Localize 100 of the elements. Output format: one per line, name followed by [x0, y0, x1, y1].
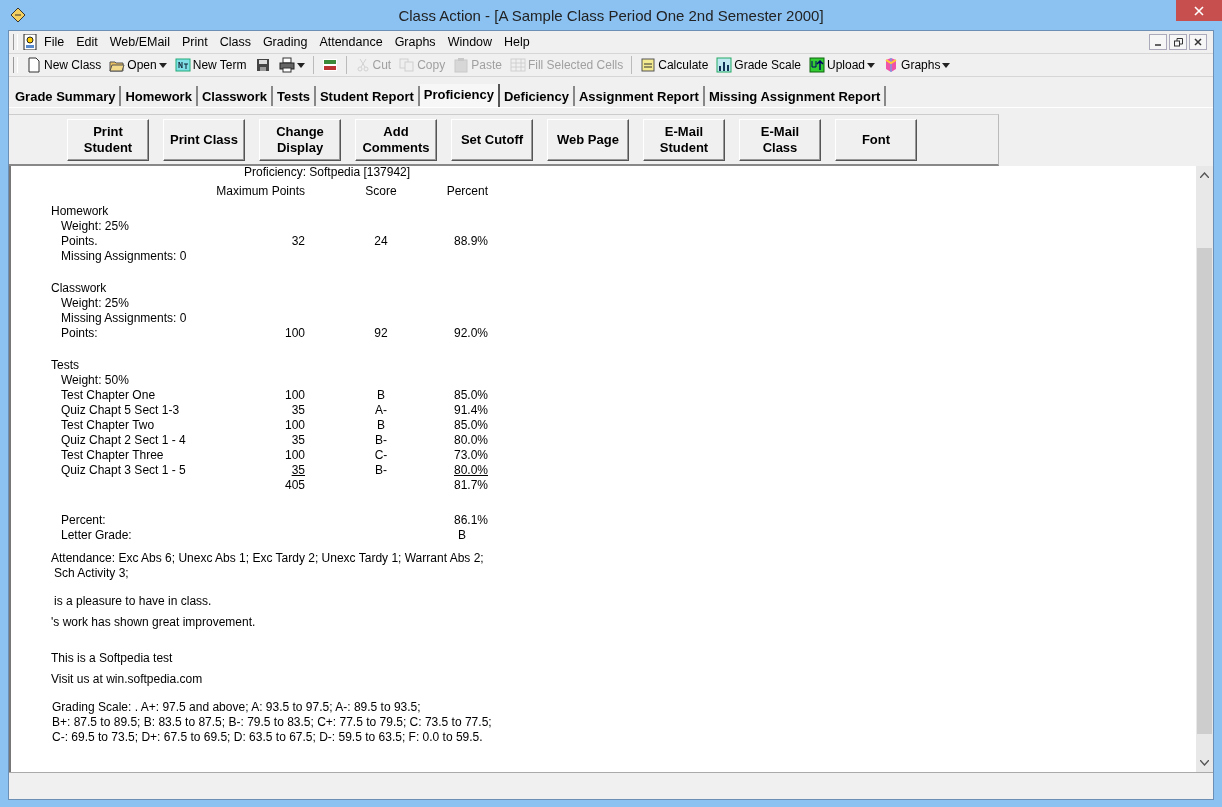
action-button[interactable]: Font — [835, 118, 917, 161]
percent: 85.0% — [453, 418, 488, 432]
percent: 91.4% — [453, 403, 488, 417]
caret-icon — [942, 62, 951, 68]
restore-button[interactable] — [1169, 34, 1187, 50]
score: B — [377, 388, 385, 402]
summary-value: 86.1% — [453, 513, 488, 527]
menu-item[interactable]: Attendance — [313, 33, 389, 51]
max-points: 405 — [284, 478, 305, 492]
note-text: This is a Softpedia test — [51, 651, 173, 665]
row-label: Missing Assignments: 0 — [61, 249, 187, 263]
document-icon — [22, 34, 38, 50]
percent: 92.0% — [453, 326, 488, 340]
copy-icon — [399, 57, 416, 73]
menu-item[interactable]: Window — [441, 33, 499, 51]
menu-item[interactable]: Grading — [256, 33, 314, 51]
column-header: Maximum Points — [216, 184, 305, 198]
clipboard-icon — [453, 57, 470, 73]
max-points: 35 — [291, 433, 305, 447]
upload-icon — [809, 57, 825, 73]
action-button[interactable]: Change Display — [259, 118, 341, 161]
score: 24 — [374, 234, 388, 248]
row-label: Quiz Chapt 3 Sect 1 - 5 — [61, 463, 186, 477]
toolbar-button[interactable]: Calculate — [636, 56, 713, 74]
row-label: Quiz Chapt 2 Sect 1 - 4 — [61, 433, 186, 447]
calculator-icon — [640, 57, 657, 73]
score: B- — [375, 463, 387, 477]
scroll-down-icon[interactable] — [1200, 760, 1209, 766]
percent: 85.0% — [453, 388, 488, 402]
page-icon — [26, 57, 42, 73]
tab[interactable]: Proficiency — [419, 84, 500, 107]
percent: 80.0% — [453, 433, 488, 447]
scale-chart-icon — [716, 57, 733, 73]
percent: 81.7% — [453, 478, 488, 492]
summary-value: B — [458, 528, 466, 542]
action-button[interactable]: Set Cutoff — [451, 118, 533, 161]
caret-icon — [867, 62, 876, 68]
score: B — [377, 418, 385, 432]
row-label: Test Chapter Two — [61, 418, 155, 432]
comment-text: 's work has shown great improvement. — [51, 615, 256, 629]
max-points: 100 — [284, 418, 305, 432]
max-points: 100 — [284, 448, 305, 462]
menu-item[interactable]: Graphs — [388, 33, 442, 51]
close-button[interactable] — [1189, 34, 1207, 50]
max-points: 35 — [291, 463, 305, 477]
grading-scale-text: Grading Scale: . A+: 97.5 and above; A: 93.5 to 97.5; A-: 89.5 to 93.5; — [52, 700, 421, 714]
row-label: Weight: 50% — [61, 373, 129, 387]
toolbar-button[interactable]: Open — [105, 56, 171, 74]
grid-icon — [509, 57, 526, 73]
note-text: Visit us at win.softpedia.com — [51, 672, 203, 686]
row-label: Missing Assignments: 0 — [61, 311, 187, 325]
row-label: Points. — [61, 234, 98, 248]
percent: 73.0% — [453, 448, 488, 462]
menu-item[interactable]: Class — [213, 33, 257, 51]
action-button[interactable]: Print Class — [163, 118, 245, 161]
restore-icon — [1173, 37, 1183, 47]
toolbar-button[interactable]: New Term — [170, 56, 251, 74]
attendance-text: Sch Activity 3; — [54, 566, 129, 580]
scrollbar[interactable] — [1196, 166, 1213, 772]
menu-item[interactable]: Edit — [70, 33, 104, 51]
grading-scale-text: C-: 69.5 to 73.5; D+: 67.5 to 69.5; D: 63.5 to 67.5; D-: 59.5 to 63.5; F: 0.0 to 59.5. — [52, 730, 483, 744]
column-header: Score — [365, 184, 397, 198]
toolbar-button[interactable]: Upload — [805, 56, 880, 74]
caret-icon — [296, 62, 305, 68]
toolbar-button[interactable]: Graphs — [879, 56, 955, 74]
action-button[interactable]: Add Comments — [355, 118, 437, 161]
scroll-up-icon[interactable] — [1200, 172, 1209, 178]
minimize-button[interactable] — [1149, 34, 1167, 50]
close-icon — [1194, 5, 1204, 16]
summary-label: Letter Grade: — [61, 528, 132, 542]
percent: 88.9% — [453, 234, 488, 248]
comment-text: is a pleasure to have in class. — [54, 594, 212, 608]
max-points: 100 — [284, 388, 305, 402]
close-icon — [1194, 38, 1202, 46]
floppy-icon — [254, 57, 271, 73]
window-title: Class Action - [A Sample Class Period One 2nd Semester 2000] — [398, 6, 824, 24]
term-icon — [174, 57, 191, 73]
printer-icon — [278, 57, 295, 73]
summary-label: Percent: — [61, 513, 106, 527]
menu-item[interactable]: Web/EMail — [103, 33, 176, 51]
action-button[interactable]: E-Mail Class — [739, 118, 821, 161]
section-title: Classwork — [51, 281, 107, 295]
menu-item[interactable]: File — [38, 33, 71, 51]
action-button[interactable]: E-Mail Student — [643, 118, 725, 161]
scissors-icon — [354, 57, 371, 73]
section-title: Tests — [51, 358, 79, 372]
action-button[interactable]: Web Page — [547, 118, 629, 161]
row-label: Points: — [61, 326, 98, 340]
score: C- — [374, 448, 388, 462]
attendance-text: Attendance: Exc Abs 6; Unexc Abs 1; Exc Tardy 2; Unexc Tardy 1; Warrant Abs 2; — [51, 551, 484, 565]
action-button[interactable]: Print Student — [67, 118, 149, 161]
grading-scale-text: B+: 87.5 to 89.5; B: 83.5 to 87.5; B-: 79.5 to 83.5; C+: 77.5 to 79.5; C: 73.5 to 77.5; — [52, 715, 492, 729]
toolbar-button[interactable]: Grade Scale — [712, 56, 805, 74]
toolbar-button[interactable]: New Class — [22, 56, 106, 74]
menu-item[interactable]: Help — [498, 33, 536, 51]
menu-item[interactable]: Print — [175, 33, 214, 51]
score: A- — [375, 403, 387, 417]
app-icon — [10, 7, 26, 23]
row-label: Weight: 25% — [61, 219, 129, 233]
score: 92 — [374, 326, 388, 340]
